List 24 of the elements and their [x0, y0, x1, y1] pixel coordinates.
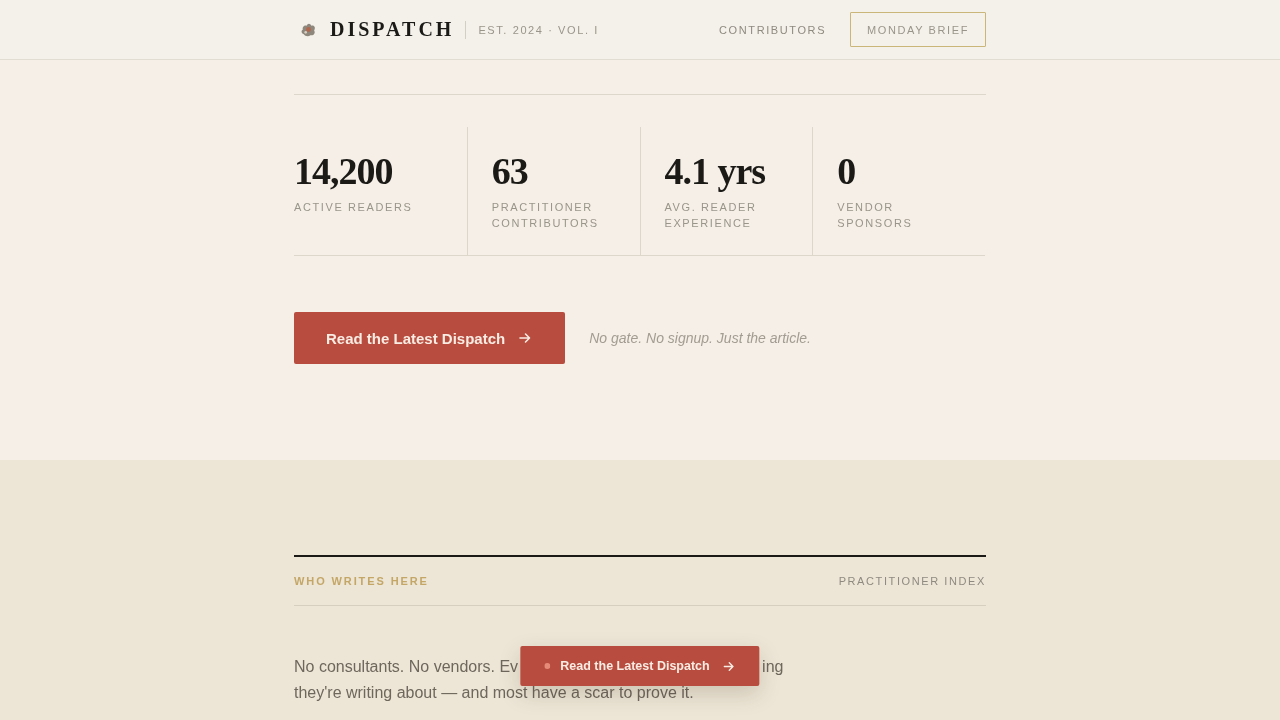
cta-note: No gate. No signup. Just the article.: [589, 330, 811, 346]
read-latest-button[interactable]: Read the Latest Dispatch: [294, 312, 566, 364]
paragraph-text: ing: [762, 658, 784, 676]
stat-label: AVG. READER EXPERIENCE: [664, 200, 757, 231]
practitioner-index-link[interactable]: PRACTITIONER INDEX: [838, 575, 986, 587]
edition-label: EST. 2024 · VOL. I: [478, 23, 599, 36]
stat-value: 63: [491, 151, 528, 191]
arrow-right-icon: [723, 660, 735, 672]
stat-value: 14,200: [294, 151, 393, 191]
section-eyebrow: WHO WRITES HERE: [294, 575, 429, 587]
stat-label: ACTIVE READERS: [294, 200, 413, 215]
arrow-right-icon: [519, 332, 532, 344]
stat-label: VENDOR SPONSORS: [837, 200, 913, 231]
nav-button[interactable]: MONDAY BRIEF: [850, 12, 986, 47]
paragraph-text: they're writing about — and most have a scar to prove it.: [294, 686, 694, 700]
stat-value: 4.1 yrs: [664, 151, 766, 191]
floating-read-button[interactable]: Read the Latest Dispatch: [520, 646, 760, 686]
nav-link[interactable]: CONTRIBUTORS: [719, 23, 827, 36]
stat-label: PRACTITIONER CONTRIBUTORS: [491, 200, 599, 231]
stat-value: 0: [837, 151, 856, 191]
paragraph-text: No consultants. No vendors. Ev: [294, 658, 519, 676]
emblem-icon: [300, 22, 317, 37]
brand-name: DISPATCH: [330, 18, 455, 41]
dot-icon: [544, 663, 551, 669]
